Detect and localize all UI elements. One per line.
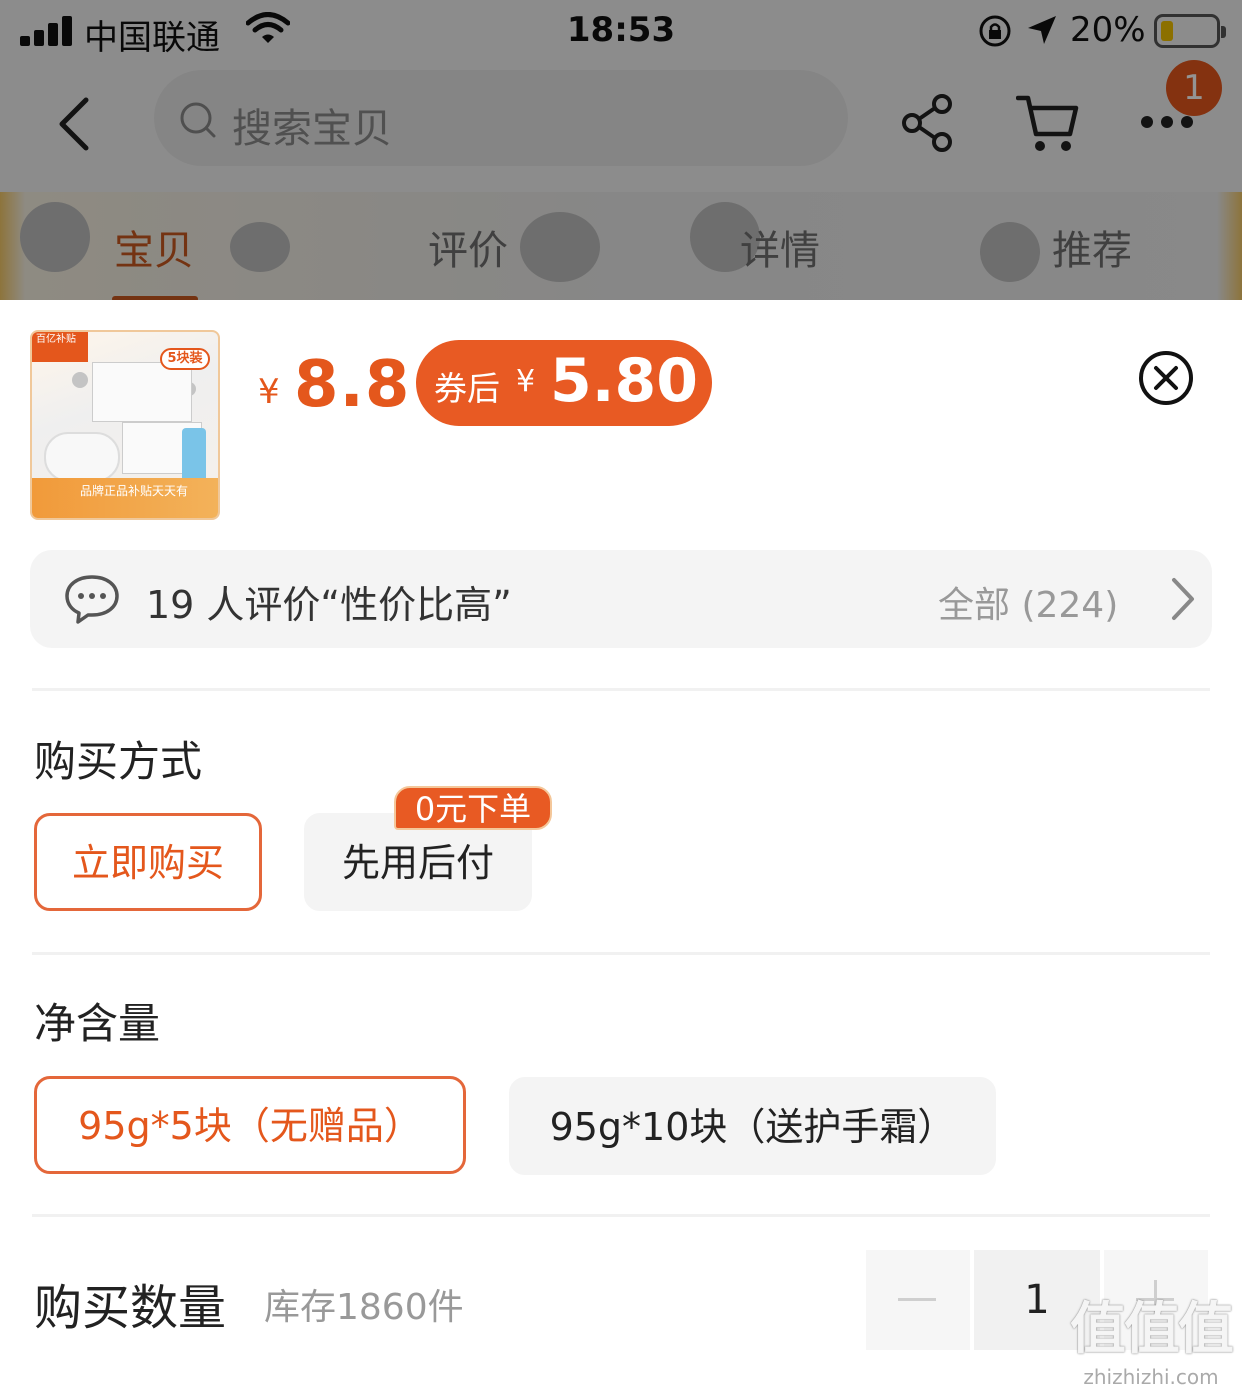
net-content-title: 净含量 [34,999,161,1048]
product-price: 8.8 [294,348,411,422]
stock-label: 库存1860件 [264,1287,464,1328]
thumb-strip-text: 品牌正品补贴天天有 [80,484,189,498]
minus-icon [898,1298,936,1301]
watermark-domain: zhizhizhi.com [1083,1365,1219,1389]
dim-overlay[interactable] [0,0,1242,300]
purchase-method-title: 购买方式 [34,737,203,786]
review-all-count[interactable]: 全部 (224) [938,576,1118,628]
product-thumbnail[interactable]: 百亿补贴 5块装 品牌正品补贴天天有 [30,330,220,520]
review-highlight-text: 19 人评价“性价比高” [146,583,512,627]
review-summary-bar[interactable]: 19 人评价“性价比高” 全部 (224) [30,550,1212,648]
divider [32,952,1210,955]
zero-down-badge: 0元下单 [394,786,552,830]
option-buy-now[interactable]: 立即购买 [34,813,262,911]
price-currency: ¥ [258,372,280,412]
comment-icon [65,575,119,624]
watermark: 值值值 zhizhizhi.com [1070,1284,1234,1389]
divider [32,688,1210,691]
quantity-title: 购买数量 [34,1280,227,1336]
close-icon[interactable] [1138,350,1194,406]
option-10-pieces[interactable]: 95g*10块（送护手霜） [509,1077,996,1175]
thumb-badge: 5块装 [160,348,210,370]
thumb-corner-label: 百亿补贴 [32,332,88,362]
option-5-pieces[interactable]: 95g*5块（无赠品） [34,1076,466,1174]
sku-sheet: 百亿补贴 5块装 品牌正品补贴天天有 ¥ 8.8 券后 ¥ 5.80 19 人评… [0,300,1242,1397]
chevron-right-icon [1172,578,1194,620]
coupon-price: 5.80 [550,346,699,416]
coupon-currency: ¥ [516,364,536,399]
coupon-price-pill: 券后 ¥ 5.80 [416,340,712,426]
divider [32,1214,1210,1217]
decrement-button[interactable] [866,1250,970,1350]
coupon-label: 券后 [434,369,500,408]
watermark-logo: 值值值 [1070,1297,1234,1362]
